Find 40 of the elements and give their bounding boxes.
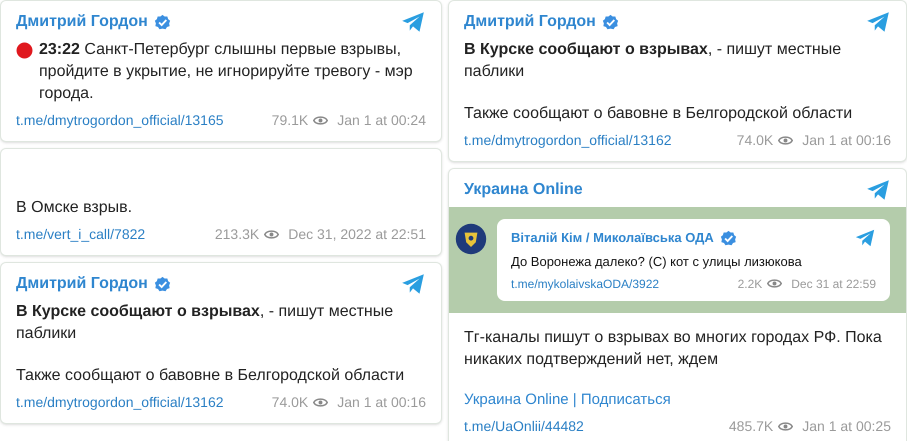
post-text: Также сообщают о бавовне в Белгородской области [464, 104, 852, 124]
eye-icon [778, 421, 794, 432]
post-link[interactable]: t.me/dmytrogordon_official/13165 [16, 110, 224, 131]
post-date: Dec 31, 2022 at 22:51 [288, 225, 426, 244]
post-link[interactable]: t.me/mykolaivskaODA/3922 [511, 274, 660, 292]
eye-icon [767, 278, 782, 289]
post-text: В Курске сообщают о взрывах, - пишут местные паблики [464, 40, 842, 82]
telegram-icon[interactable] [854, 227, 876, 249]
channel-name[interactable]: Дмитрий Гордон [16, 10, 148, 34]
signature-link[interactable]: Украина Online | Подписаться [464, 388, 891, 411]
post-text: В Омске взрыв. [16, 198, 132, 218]
view-count: 79.1K [272, 111, 308, 130]
post-link[interactable]: t.me/dmytrogordon_official/13162 [16, 392, 224, 413]
channel-name[interactable]: Віталій Кім / Миколаївська ОДА [511, 228, 714, 248]
view-count: 485.7K [728, 417, 774, 436]
view-count: 213.3K [214, 225, 260, 244]
channel-name[interactable]: Украина Online [464, 178, 583, 202]
view-count: 2.2K [738, 276, 762, 292]
post-link[interactable]: t.me/dmytrogordon_official/13162 [464, 130, 672, 151]
post-text: В Курске сообщают о взрывах, - пишут местные паблики [16, 302, 394, 344]
eye-icon [264, 229, 280, 240]
emblem-icon [455, 223, 487, 255]
post-date: Dec 31 at 22:59 [791, 276, 876, 292]
eye-icon [313, 115, 328, 126]
post-link[interactable]: t.me/vert_i_call/7822 [16, 224, 146, 245]
post-date: Jan 1 at 00:16 [337, 393, 426, 412]
eye-icon [313, 397, 328, 408]
eye-icon [778, 135, 794, 146]
post-date: Jan 1 at 00:24 [337, 111, 426, 130]
post-text: Также сообщают о бавовне в Белгородской области [16, 366, 404, 386]
channel-name[interactable]: Дмитрий Гордон [464, 10, 596, 34]
view-count: 74.0K [736, 131, 774, 150]
post-text: До Воронежа далеко? (С) кот с улицы лизюкова [511, 253, 803, 271]
post-link[interactable]: t.me/UaOnlii/44482 [464, 416, 584, 437]
post-date: Jan 1 at 00:25 [802, 417, 891, 436]
view-count: 74.0K [272, 393, 308, 412]
post-date: Jan 1 at 00:16 [802, 131, 891, 150]
channel-name[interactable]: Дмитрий Гордон [16, 272, 148, 296]
post-text: Тг-каналы пишут о взрывах во многих городах РФ. Пока никаких подтверждений нет, ждем [464, 328, 883, 370]
post-text: 23:22 Санкт-Петербург слышны первые взрывы, пройдите в укрытие, не игнорируйте тревогу - мэр города. [39, 40, 414, 104]
